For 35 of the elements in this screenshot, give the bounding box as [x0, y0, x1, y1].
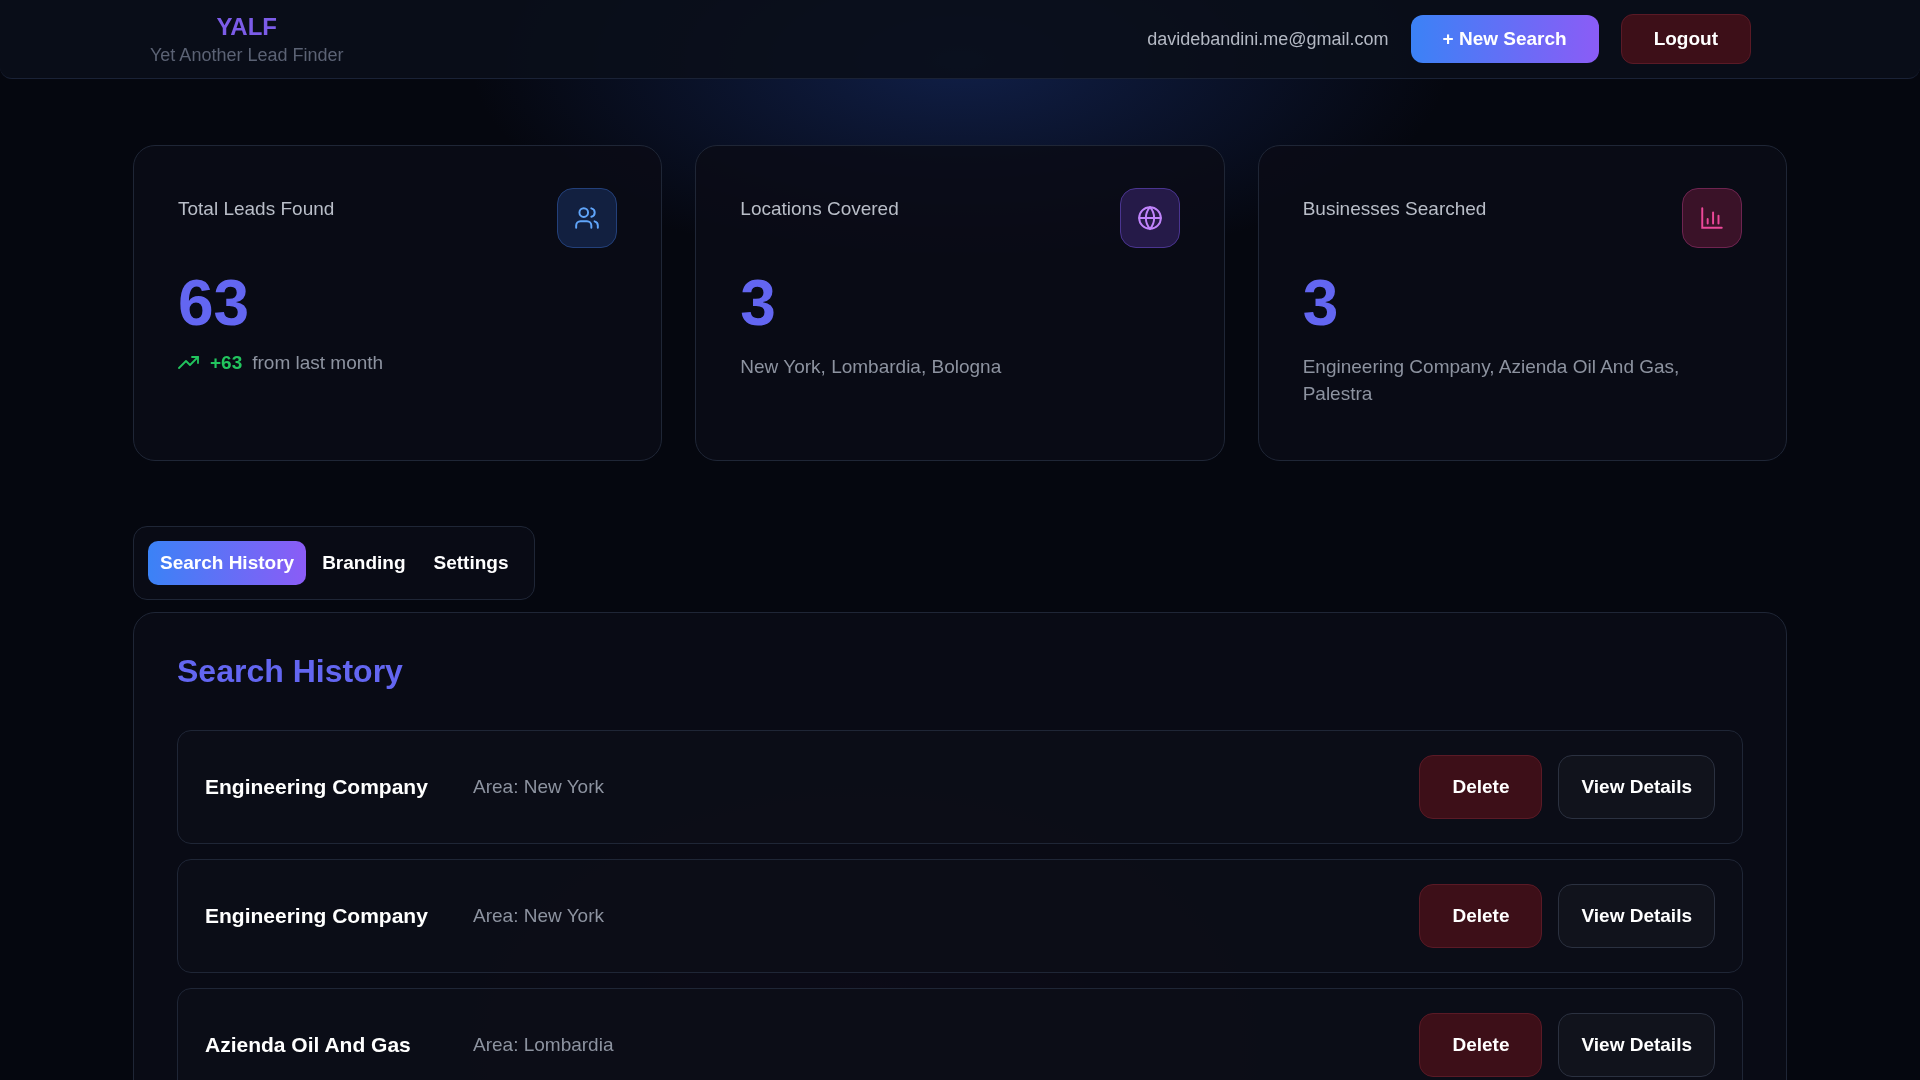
- user-email: davidebandini.me@gmail.com: [1147, 28, 1389, 50]
- view-details-button[interactable]: View Details: [1558, 1013, 1715, 1077]
- view-details-button[interactable]: View Details: [1558, 755, 1715, 819]
- stat-detail: New York, Lombardia, Bologna: [740, 355, 1003, 380]
- stat-detail: Engineering Company, Azienda Oil And Gas, Palestra: [1302, 355, 1681, 406]
- globe-icon: [1119, 188, 1180, 248]
- area-label: Area: New York: [473, 776, 604, 798]
- tab[interactable]: Search History: [148, 541, 307, 585]
- business-name: Engineering Company: [205, 904, 429, 928]
- trend-delta: +63: [210, 352, 243, 375]
- stat-value: 3: [740, 268, 777, 339]
- stat-title: Total Leads Found: [178, 197, 335, 220]
- stat-title: Locations Covered: [740, 197, 899, 220]
- delete-button[interactable]: Delete: [1419, 1013, 1543, 1077]
- tab[interactable]: Settings: [421, 541, 521, 585]
- business-name: Engineering Company: [205, 775, 429, 799]
- app-logo: YALF: [216, 12, 277, 41]
- tab[interactable]: Branding: [310, 541, 418, 585]
- new-search-button[interactable]: + New Search: [1410, 15, 1599, 63]
- business-name: Azienda Oil And Gas: [205, 1033, 412, 1057]
- delete-button[interactable]: Delete: [1419, 884, 1543, 948]
- trend-up-icon: [178, 356, 200, 371]
- stat-title: Businesses Searched: [1302, 197, 1487, 220]
- view-details-button[interactable]: View Details: [1558, 884, 1715, 948]
- stat-value: 63: [178, 268, 251, 339]
- trend-label: from last month: [252, 352, 384, 375]
- area-label: Area: Lombardia: [473, 1034, 614, 1056]
- delete-button[interactable]: Delete: [1419, 755, 1543, 819]
- panel-title: Search History: [177, 653, 404, 690]
- stat-value: 3: [1302, 268, 1340, 339]
- logout-button[interactable]: Logout: [1620, 14, 1751, 64]
- users-icon: [557, 188, 618, 248]
- bar-chart-icon: [1682, 188, 1742, 248]
- app-tagline: Yet Another Lead Finder: [150, 44, 344, 66]
- area-label: Area: New York: [473, 905, 604, 927]
